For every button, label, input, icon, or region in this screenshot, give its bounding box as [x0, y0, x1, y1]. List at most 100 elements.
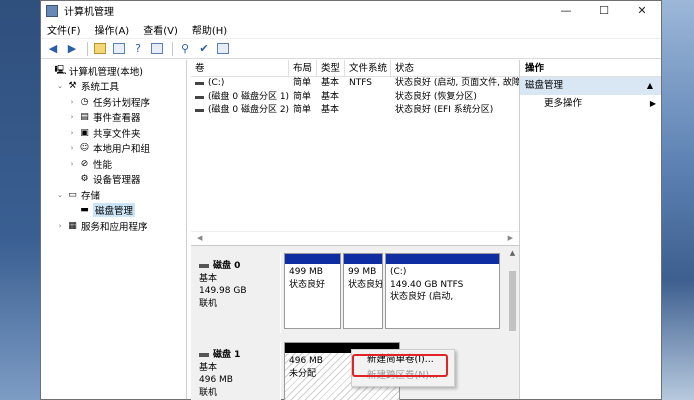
expander-icon[interactable]: ⌄	[55, 191, 65, 199]
menu-help[interactable]: 帮助(H)	[192, 22, 227, 37]
device-manager-icon: ⚙	[80, 174, 89, 185]
tree-item-label: 存储	[81, 190, 101, 202]
minimize-button[interactable]: —	[547, 1, 585, 20]
partition-status: 状态良好	[348, 279, 383, 290]
tree-item[interactable]: › ▣ 共享文件夹	[41, 125, 186, 141]
expander-icon[interactable]: ›	[67, 129, 77, 137]
up-folder-icon[interactable]	[92, 41, 108, 57]
navigation-tree: 🖳 计算机管理(本地) ⌄ ⚒ 系统工具 › ◷ 任务计划程序 › ▤ 事件查看器 › ▣ 共享文件夹 › ☺…	[41, 60, 187, 399]
disk-name: 磁盘 0	[213, 261, 241, 271]
tree-item-label: 任务计划程序	[93, 97, 151, 109]
disk-icon	[199, 353, 209, 358]
tree-item[interactable]: ⚙ 设备管理器	[41, 172, 186, 188]
disk-0-label[interactable]: 磁盘 0 基本 149.98 GB 联机	[191, 253, 281, 333]
more-actions-label: 更多操作	[544, 98, 583, 109]
connect-icon[interactable]: ⚲	[177, 41, 193, 57]
disk-status: 联机	[199, 387, 218, 398]
tree-item[interactable]: › ▦ 服务和应用程序	[41, 218, 186, 234]
checklist-icon[interactable]: ✔	[196, 41, 212, 57]
close-button[interactable]: ✕	[623, 1, 661, 20]
tree-item-label: 本地用户和组	[93, 144, 151, 156]
tree-item[interactable]: ⌄ ⚒ 系统工具	[41, 79, 186, 95]
expander-icon[interactable]: ›	[67, 160, 77, 168]
tree-item[interactable]: › ☺ 本地用户和组	[41, 141, 186, 157]
computer-management-window: 计算机管理 — ☐ ✕ 文件(F) 操作(A) 查看(V) 帮助(H) ◀ ▶ …	[40, 0, 662, 400]
tree-item-label: 服务和应用程序	[81, 221, 148, 233]
volume-row[interactable]: (C:) 简单 基本 NTFS 状态良好 (启动, 页面文件, 故障	[191, 77, 519, 91]
tree-item-label: 共享文件夹	[93, 128, 141, 140]
more-actions-item[interactable]: 更多操作 ▶	[520, 95, 661, 112]
back-arrow-icon[interactable]: ◀	[45, 41, 61, 57]
expander-icon[interactable]: ›	[67, 113, 77, 121]
title-bar[interactable]: 计算机管理 — ☐ ✕	[41, 1, 661, 20]
users-icon: ☺	[79, 143, 90, 154]
tree-item-label: 事件查看器	[93, 113, 141, 125]
partition-bar	[285, 254, 340, 264]
expander-icon[interactable]: ›	[55, 222, 65, 230]
actions-header: 操作	[520, 60, 661, 77]
volume-cell: 简单	[293, 105, 312, 115]
vertical-scrollbar[interactable]: ▲	[506, 249, 519, 399]
volume-cell: 状态良好 (EFI 系统分区)	[395, 105, 494, 115]
submenu-arrow-icon: ▶	[649, 99, 656, 108]
menu-bar: 文件(F) 操作(A) 查看(V) 帮助(H)	[41, 20, 661, 39]
collapse-triangle-icon[interactable]: ▲	[647, 77, 653, 95]
volume-cell: 状态良好 (启动, 页面文件, 故障	[395, 78, 519, 88]
menu-file[interactable]: 文件(F)	[47, 22, 81, 37]
volume-cell: (磁盘 0 磁盘分区 2)	[191, 104, 289, 118]
disk-icon	[199, 264, 209, 269]
disk-type: 基本	[199, 273, 218, 284]
computer-icon: 🖳	[54, 65, 67, 76]
show-hide-tree-icon[interactable]	[111, 41, 127, 57]
volume-row[interactable]: (磁盘 0 磁盘分区 1) 简单 基本 状态良好 (恢复分区)	[191, 91, 519, 105]
maximize-button[interactable]: ☐	[585, 1, 623, 20]
volume-cell	[345, 91, 391, 105]
tree-item[interactable]: 🖳 计算机管理(本地)	[41, 63, 186, 79]
help-icon[interactable]: ?	[130, 41, 146, 57]
volume-icon	[195, 82, 204, 86]
volume-cell: 基本	[321, 91, 340, 102]
tree-item[interactable]: › ◷ 任务计划程序	[41, 94, 186, 110]
column-filesystem[interactable]: 文件系统	[345, 60, 391, 76]
column-type[interactable]: 类型	[317, 60, 345, 76]
event-viewer-icon: ▤	[80, 112, 89, 123]
partition-size: 499 MB	[289, 267, 323, 277]
volume-row[interactable]: (磁盘 0 磁盘分区 2) 简单 基本 状态良好 (EFI 系统分区)	[191, 104, 519, 118]
expander-icon[interactable]: ›	[67, 144, 77, 152]
tree-item[interactable]: › ⊘ 性能	[41, 156, 186, 172]
expander-icon[interactable]: ⌄	[55, 82, 65, 90]
actions-section-disk-management[interactable]: 磁盘管理 ▲	[520, 77, 661, 95]
expander-icon[interactable]: ›	[67, 98, 77, 106]
column-volume[interactable]: 卷	[191, 60, 289, 76]
center-pane: 卷 布局 类型 文件系统 状态 (C:) 简单 基本 NTFS 状态良好 (启动, 页面…	[191, 60, 519, 400]
volume-list-header: 卷 布局 类型 文件系统 状态	[191, 60, 519, 77]
volume-icon	[195, 95, 204, 99]
partition-c[interactable]: (C:) 149.40 GB NTFS 状态良好 (启动,	[385, 253, 500, 329]
partition-status: 状态良好 (启动,	[390, 292, 454, 302]
toolbar-separator	[87, 41, 88, 56]
partition-bar	[386, 254, 499, 264]
horizontal-scrollbar[interactable]: ◀ ▶	[191, 231, 519, 243]
partition-recovery[interactable]: 499 MB 状态良好	[284, 253, 341, 329]
column-layout[interactable]: 布局	[289, 60, 317, 76]
tree-item[interactable]: ▬ 磁盘管理	[41, 203, 186, 219]
tree-item[interactable]: ⌄ ▭ 存储	[41, 187, 186, 203]
volume-cell: (磁盘 0 磁盘分区 1)	[191, 91, 289, 105]
properties-icon[interactable]	[149, 41, 165, 57]
menu-view[interactable]: 查看(V)	[143, 22, 178, 37]
volume-name: (磁盘 0 磁盘分区 1)	[208, 91, 289, 102]
services-icon: ▦	[68, 220, 77, 231]
volume-cell: NTFS	[349, 78, 372, 88]
disk-type: 基本	[199, 362, 218, 373]
menu-action[interactable]: 操作(A)	[95, 22, 130, 37]
volume-cell: (C:)	[191, 77, 289, 91]
partition-efi[interactable]: 99 MB 状态良好	[343, 253, 383, 329]
desktop-background-left	[0, 0, 40, 400]
tree-item[interactable]: › ▤ 事件查看器	[41, 110, 186, 126]
shared-folder-icon: ▣	[80, 127, 89, 138]
column-status[interactable]: 状态	[391, 60, 519, 76]
disk-1-label[interactable]: 磁盘 1 基本 496 MB 联机	[191, 342, 281, 400]
view-icon[interactable]	[215, 41, 231, 57]
forward-arrow-icon[interactable]: ▶	[64, 41, 80, 57]
computer-management-icon	[46, 4, 58, 17]
